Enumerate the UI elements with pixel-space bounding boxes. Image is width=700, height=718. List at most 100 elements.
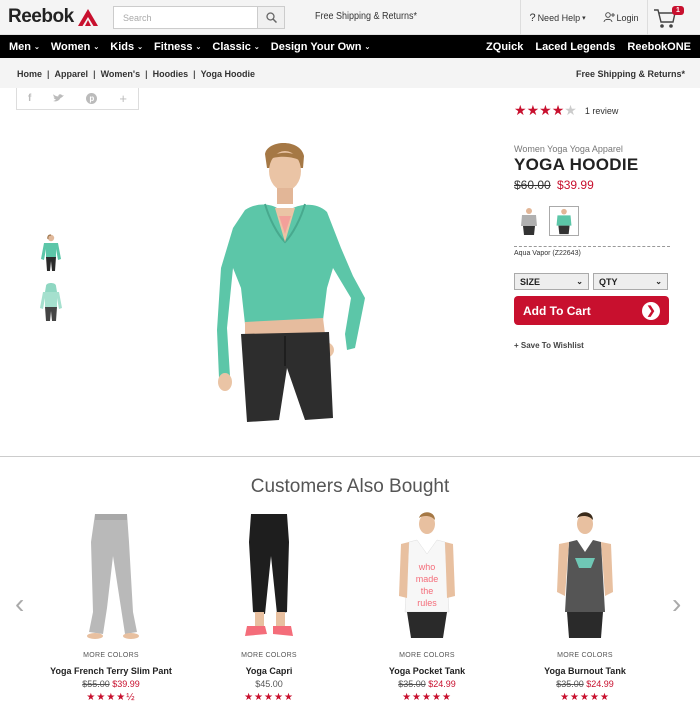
recommended-item[interactable]: MORE COLORS Yoga Capri $45.00 ★★★★★ <box>199 512 339 703</box>
shipping-promo[interactable]: Free Shipping & Returns* <box>315 11 417 22</box>
chevron-down-icon: ⌄ <box>137 43 143 51</box>
star-icon: ★ <box>564 102 577 118</box>
chevron-down-icon: ⌄ <box>655 277 662 286</box>
section-divider <box>0 456 700 457</box>
rec-sale-price: $39.99 <box>112 679 140 689</box>
search-box <box>113 6 285 29</box>
breadcrumb-item[interactable]: Women's <box>101 69 140 79</box>
size-select[interactable]: SIZE ⌄ <box>514 273 589 290</box>
svg-text:rules: rules <box>417 598 437 608</box>
need-help-menu[interactable]: ? Need Help ▾ <box>529 12 585 24</box>
rec-old-price: $35.00 <box>556 679 584 689</box>
breadcrumb-separator: | <box>193 69 196 79</box>
more-colors-label[interactable]: MORE COLORS <box>199 652 339 659</box>
swatch-grey-image <box>521 208 537 235</box>
rec-product-name[interactable]: Yoga Burnout Tank <box>515 666 655 676</box>
carousel-next-icon[interactable]: › <box>672 590 681 618</box>
rec-old-price: $55.00 <box>82 679 110 689</box>
more-colors-label[interactable]: MORE COLORS <box>41 652 181 659</box>
chevron-down-icon: ⌄ <box>253 43 260 51</box>
rec-price: $55.00 $39.99 <box>41 679 181 689</box>
qty-select[interactable]: QTY ⌄ <box>593 273 668 290</box>
also-bought-title: Customers Also Bought <box>250 476 450 497</box>
chevron-down-icon: ▾ <box>582 14 586 22</box>
login-link[interactable]: Login <box>603 12 639 23</box>
carousel-prev-icon[interactable]: ‹ <box>15 590 24 618</box>
rec-product-name[interactable]: Yoga Capri <box>199 666 339 676</box>
chevron-down-icon: ⌄ <box>34 43 40 51</box>
more-colors-label[interactable]: MORE COLORS <box>357 652 497 659</box>
breadcrumb-item[interactable]: Apparel <box>55 69 89 79</box>
reebok-logo[interactable]: Reebok <box>8 6 98 28</box>
pant-image <box>87 514 139 639</box>
product-title: YOGA HOODIE <box>514 155 639 174</box>
recommended-item[interactable]: who made the rules MORE COLORS Yoga Pock… <box>357 512 497 703</box>
shipping-promo-secondary[interactable]: Free Shipping & Returns* <box>576 69 685 79</box>
rec-product-name[interactable]: Yoga French Terry Slim Pant <box>41 666 181 676</box>
product-thumbnail-back[interactable] <box>38 282 64 322</box>
need-help-label: Need Help <box>537 12 581 23</box>
breadcrumb-item[interactable]: Yoga Hoodie <box>201 69 255 79</box>
nav-item-men[interactable]: Men ⌄ <box>9 41 40 53</box>
nav-item-reebokone[interactable]: ReebokONE <box>627 41 691 53</box>
rec-price: $35.00 $24.99 <box>357 679 497 689</box>
breadcrumb-separator: | <box>145 69 148 79</box>
sale-price: $39.99 <box>557 178 594 192</box>
nav-item-design-your-own[interactable]: Design Your Own ⌄ <box>271 41 371 53</box>
size-label: SIZE <box>520 276 541 287</box>
color-swatch-aqua[interactable] <box>549 206 579 236</box>
logo-text: Reebok <box>8 6 74 27</box>
rec-product-name[interactable]: Yoga Pocket Tank <box>357 666 497 676</box>
rec-price: $45.00 <box>199 679 339 689</box>
rec-sale-price: $24.99 <box>428 679 456 689</box>
nav-right-group: ZQuick Laced Legends ReebokONE <box>486 35 691 58</box>
facebook-icon[interactable]: f <box>28 93 31 104</box>
svg-text:the: the <box>421 586 434 596</box>
nav-item-label: Women <box>50 40 91 53</box>
star-icon: ★ <box>526 102 540 118</box>
breadcrumb-item[interactable]: Home <box>17 69 42 79</box>
more-colors-label[interactable]: MORE COLORS <box>515 652 655 659</box>
color-swatch-grey[interactable] <box>514 206 544 236</box>
twitter-icon[interactable] <box>53 94 65 103</box>
product-price: $60.00 $39.99 <box>514 178 594 192</box>
search-button[interactable] <box>257 7 284 28</box>
save-to-wishlist-link[interactable]: + Save To Wishlist <box>514 341 584 350</box>
account-area: ? Need Help ▾ Login <box>520 0 648 35</box>
pinterest-icon[interactable]: p <box>86 93 98 104</box>
nav-item-laced-legends[interactable]: Laced Legends <box>535 41 615 53</box>
cart-button[interactable]: 1 <box>653 6 693 30</box>
capri-image <box>245 514 293 636</box>
rec-rating-stars: ★★★★★ <box>244 692 294 703</box>
cart-count-badge: 1 <box>672 6 684 15</box>
user-add-icon <box>603 12 615 23</box>
nav-item-zquick[interactable]: ZQuick <box>486 41 523 53</box>
chevron-down-icon: ⌄ <box>93 43 100 51</box>
breadcrumb-item[interactable]: Hoodies <box>153 69 189 79</box>
search-input[interactable] <box>114 7 257 28</box>
star-rating: ★★★★★ <box>514 102 577 120</box>
delta-logo-icon <box>77 8 98 26</box>
arrow-right-icon: ❯ <box>642 301 660 320</box>
recommended-item[interactable]: MORE COLORS Yoga French Terry Slim Pant … <box>41 512 181 703</box>
swatch-aqua-image <box>556 208 572 235</box>
breadcrumb-bar: Home | Apparel | Women's | Hoodies | Yoga Hoodie… <box>0 58 700 88</box>
nav-item-fitness[interactable]: Fitness ⌄ <box>154 41 201 53</box>
rec-sale-price: $45.00 <box>255 679 283 689</box>
chevron-down-icon: ⌄ <box>576 277 583 286</box>
nav-item-label: Kids <box>110 40 135 53</box>
nav-item-women[interactable]: Women ⌄ <box>51 41 99 53</box>
nav-item-classic[interactable]: Classic ⌄ <box>212 41 259 53</box>
rec-rating-stars: ★★★★★ <box>402 692 452 703</box>
plus-icon[interactable]: + <box>119 91 127 106</box>
nav-item-kids[interactable]: Kids ⌄ <box>110 41 143 53</box>
add-to-cart-button[interactable]: Add To Cart ❯ <box>514 296 669 325</box>
product-main-image[interactable] <box>205 138 385 428</box>
rating-stars[interactable]: ★★★★★ 1 review <box>514 102 618 120</box>
qty-label: QTY <box>599 276 618 287</box>
recommended-item[interactable]: MORE COLORS Yoga Burnout Tank $35.00 $24… <box>515 512 655 703</box>
product-thumbnail-front[interactable] <box>38 233 64 273</box>
top-header: Reebok Free Shipping & Returns* ? Need H… <box>0 0 700 35</box>
nav-left-group: Men ⌄ Women ⌄ Kids ⌄ Fitness ⌄ Classic ⌄ Design Yo… <box>0 41 381 53</box>
review-count[interactable]: 1 review <box>585 106 619 116</box>
